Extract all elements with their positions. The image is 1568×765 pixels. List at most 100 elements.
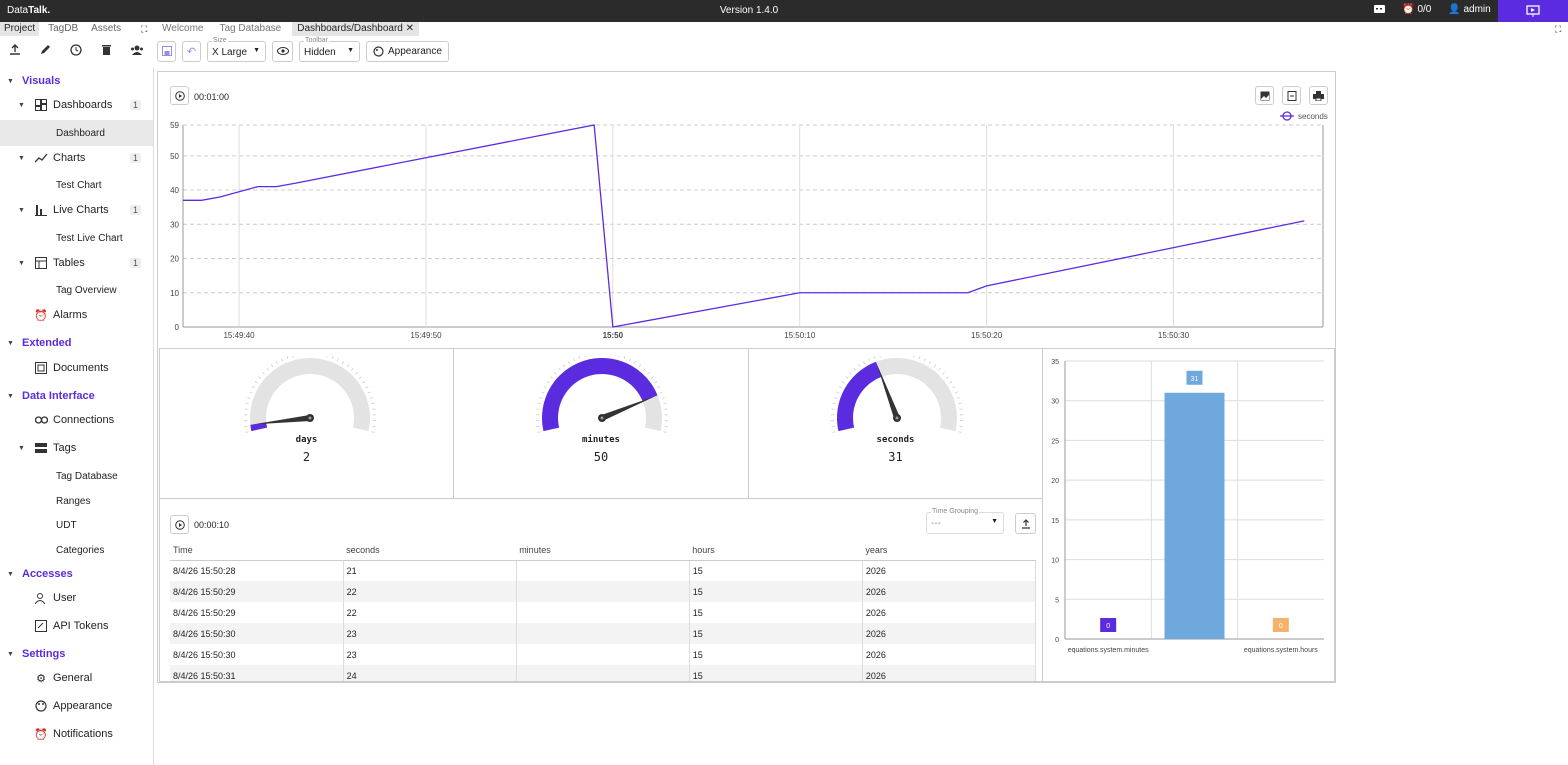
tab-project[interactable]: Project [0,22,40,36]
section-data-interface[interactable]: ▼ Data Interface [0,383,153,409]
collapse-icon[interactable]: ⛶ [141,24,147,35]
sidebar-item-tag-database[interactable]: Tag Database [0,463,153,489]
column-header[interactable]: hours [689,541,863,561]
sidebar-item-general[interactable]: ⚙ General [0,665,153,691]
sidebar-item-categories[interactable]: Categories [0,537,153,563]
sidebar-item-documents[interactable]: Documents [0,355,153,381]
tab-tagdb[interactable]: TagDB [44,22,82,36]
sidebar-item-appearance[interactable]: Appearance [0,693,153,719]
sidebar-item-alarms[interactable]: ⏰ Alarms [0,302,153,328]
table-cell [516,560,690,581]
version-label: Version 1.4.0 [719,5,779,16]
delete-icon[interactable] [101,44,112,59]
gauge-tick [355,372,358,375]
y-tick-label: 20 [1051,478,1059,485]
save-button[interactable] [157,40,176,62]
sidebar-item-tables[interactable]: ▼ Tables 1 [0,250,153,276]
presentation-button[interactable] [1498,0,1568,22]
count-badge: 1 [129,205,141,215]
gauge-tick [923,358,926,362]
user-menu[interactable]: 👤 admin [1448,4,1491,15]
sidebar-item-ranges[interactable]: Ranges [0,488,153,514]
table-row[interactable]: 8/4/26 15:50:29 22 15 2026 [170,581,1037,602]
sidebar-item-connections[interactable]: Connections [0,407,153,433]
sidebar-item-dashboard[interactable]: Dashboard [0,120,153,146]
sidebar-item-test-live-chart[interactable]: Test Live Chart [0,225,153,251]
sidebar-item-udt[interactable]: UDT [0,512,153,538]
table-cell: 21 [343,560,517,581]
data-label: 0 [1279,623,1283,630]
export-button[interactable] [1015,513,1036,534]
bar-chart-panel: 0 5 10 15 20 25 30 35 0 equations.system.minutes 3… [1042,348,1335,682]
table-cell: 15 [689,560,863,581]
table-row[interactable]: 8/4/26 15:50:29 22 15 2026 [170,602,1037,623]
gauge-tick [270,364,274,368]
gauge-value: 2 [302,450,311,464]
y-tick-label: 5 [1055,597,1059,604]
history-icon[interactable] [69,43,83,59]
upload-icon[interactable] [9,43,21,59]
time-grouping-select[interactable]: Time Grouping --- ▼ [926,508,1004,534]
edit-icon[interactable] [39,44,51,59]
tab-tag-database[interactable]: Tag Database [215,22,287,36]
gauge-label: minutes [582,435,620,445]
sidebar-item-user[interactable]: User [0,585,153,611]
gauge-tick [913,356,915,358]
toolbar-select[interactable]: Toolbar Hidden ▼ [299,36,360,62]
sidebar-item-live-charts[interactable]: ▼ Live Charts 1 [0,197,153,223]
table-row[interactable]: 8/4/26 15:50:31 24 15 2026 [170,665,1037,681]
sidebar-item-api-tokens[interactable]: API Tokens [0,613,153,639]
column-header[interactable]: Time [170,541,344,561]
table-row[interactable]: 8/4/26 15:50:28 21 15 2026 [170,560,1037,581]
section-settings[interactable]: ▼ Settings [0,641,153,667]
gauge-tick [647,372,650,375]
table-row[interactable]: 8/4/26 15:50:30 23 15 2026 [170,644,1037,665]
column-header[interactable]: seconds [343,541,517,561]
tab-dashboard[interactable]: Dashboards/Dashboard ✕ [292,22,420,36]
undo-button[interactable]: ↶ [182,40,201,62]
preview-button[interactable] [272,40,293,62]
caret-icon: ▼ [18,259,25,267]
gauge-tick [249,391,253,394]
table-cell: 2026 [862,623,1037,644]
sidebar-item-tags[interactable]: ▼ Tags [0,435,153,461]
gauge-tick [275,361,279,365]
alarm-counter[interactable]: ⏰ 0/0 [1402,4,1431,15]
tab-welcome[interactable]: Welcome [157,22,209,36]
section-extended[interactable]: ▼ Extended [0,330,153,356]
y-tick-label: 10 [170,289,179,298]
table-cell: 2026 [862,644,1037,665]
bar [1164,392,1225,639]
table-cell: 23 [343,644,517,665]
expand-icon[interactable]: ⛶ [1555,24,1561,35]
section-accesses[interactable]: ▼ Accesses [0,561,153,587]
table-cell: 15 [689,581,863,602]
caret-icon: ▼ [18,101,25,109]
sidebar-item-notifications[interactable]: ⏰ Notifications [0,721,153,747]
play-button[interactable] [170,515,189,534]
y-tick-label: 30 [1051,399,1059,406]
sidebar-item-charts[interactable]: ▼ Charts 1 [0,145,153,171]
gauge-tick [341,361,345,365]
table-row[interactable]: 8/4/26 15:50:30 23 15 2026 [170,623,1037,644]
gauge-tick [623,356,626,360]
appearance-button[interactable]: Appearance [366,40,449,62]
palette-icon [34,699,48,713]
message-icon[interactable] [1373,4,1386,15]
column-header[interactable]: years [862,541,1036,561]
gauge-tick [358,376,362,379]
sidebar-item-dashboards[interactable]: ▼ Dashboards 1 [0,92,153,118]
close-icon[interactable]: ✕ [406,23,414,34]
y-tick-label: 0 [1055,637,1059,644]
column-header[interactable]: minutes [516,541,690,561]
gauge-tick [292,356,294,358]
tab-assets[interactable]: Assets [87,22,125,36]
gauge-tick [573,358,576,362]
gauge-tick [868,358,871,362]
gauge-tick [834,397,838,399]
sidebar-item-test-chart[interactable]: Test Chart [0,172,153,198]
users-icon[interactable] [130,44,144,59]
sidebar-item-tag-overview[interactable]: Tag Overview [0,277,153,303]
size-select[interactable]: Size X Large ▼ [207,36,266,62]
section-visuals[interactable]: ▼ Visuals [0,68,153,94]
